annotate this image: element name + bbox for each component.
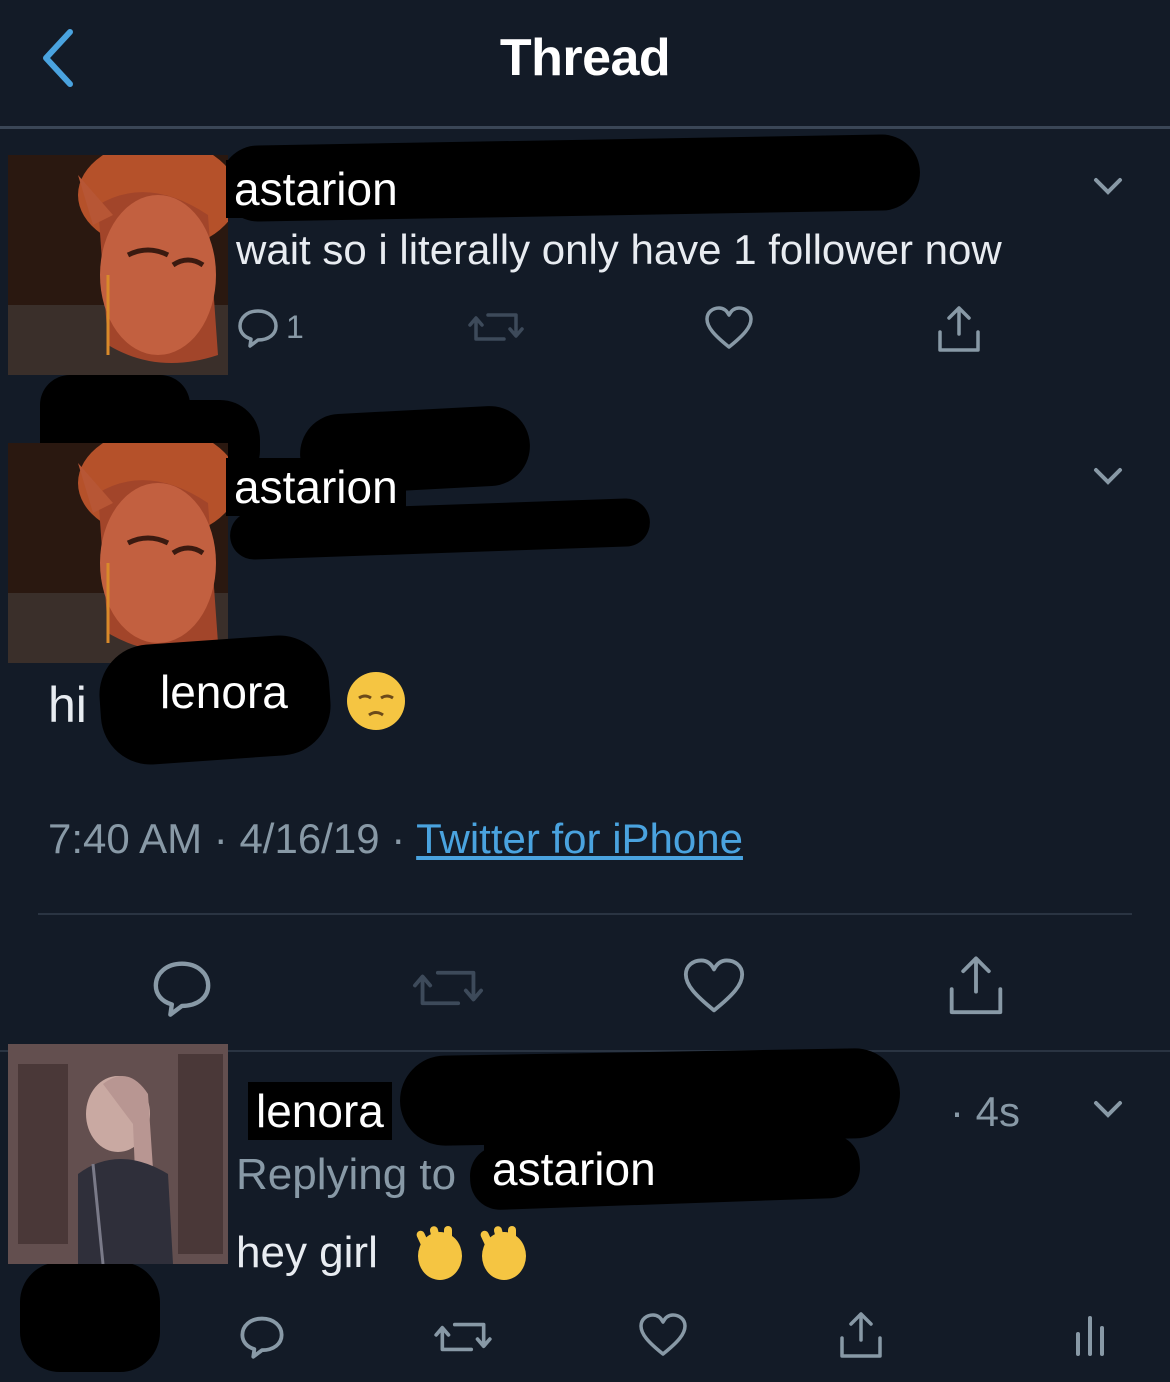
analytics-icon	[1076, 1316, 1104, 1356]
tweet-metadata: 7:40 AM · 4/16/19 · Twitter for iPhone	[48, 815, 743, 863]
tweet-text: hi	[48, 677, 87, 733]
share-button[interactable]	[944, 950, 1008, 1018]
tweet-time: 7:40 AM	[48, 815, 203, 862]
header-bar: Thread	[0, 0, 1170, 126]
like-button[interactable]	[638, 1312, 688, 1358]
tweet-menu-button[interactable]	[1088, 462, 1128, 492]
reply-author-name[interactable]: lenora	[248, 1082, 392, 1140]
analytics-button[interactable]	[1070, 1312, 1110, 1358]
chevron-down-icon	[1094, 468, 1122, 485]
share-icon	[840, 1312, 882, 1358]
retweet-button[interactable]	[408, 960, 488, 1016]
tweet-date: 4/16/19	[239, 815, 380, 862]
redaction-mark	[20, 1262, 160, 1372]
tweet-text: wait so i literally only have 1 follower…	[236, 226, 1002, 273]
tweet-author-name[interactable]: astarion	[226, 160, 406, 218]
like-button[interactable]	[682, 956, 746, 1016]
like-icon	[683, 958, 745, 1013]
replying-to-label: Replying to	[236, 1150, 457, 1199]
tweet-author-name[interactable]: astarion	[226, 458, 406, 516]
chevron-down-icon	[1094, 178, 1122, 195]
reply-button[interactable]: 1	[236, 305, 326, 349]
retweet-button[interactable]	[432, 1314, 494, 1360]
like-icon	[705, 306, 753, 349]
reply-icon	[240, 1316, 284, 1359]
share-button[interactable]	[934, 302, 984, 354]
like-icon	[639, 1313, 687, 1356]
share-icon	[938, 306, 980, 352]
page-title: Thread	[499, 29, 671, 87]
like-button[interactable]	[704, 305, 754, 351]
avatar[interactable]	[8, 1044, 228, 1264]
pensive-face-emoji	[345, 670, 407, 737]
retweet-icon	[412, 970, 483, 1006]
reply-icon	[238, 309, 278, 348]
retweet-icon	[468, 313, 524, 341]
share-icon	[949, 956, 1003, 1015]
chevron-down-icon	[1094, 1101, 1122, 1118]
tweet-menu-button[interactable]	[1088, 1095, 1128, 1125]
avatar[interactable]	[8, 155, 228, 375]
replying-to-user[interactable]: astarion	[484, 1140, 664, 1198]
redaction-mark	[399, 1047, 901, 1147]
retweet-icon	[434, 1322, 492, 1352]
separator: ·	[202, 815, 240, 862]
reply-count: 1	[286, 309, 304, 345]
header-divider	[0, 126, 1170, 129]
tweet-menu-button[interactable]	[1088, 172, 1128, 202]
reply-icon	[153, 961, 211, 1017]
retweet-button[interactable]	[466, 305, 526, 349]
reply-button[interactable]	[238, 1312, 286, 1360]
mention-link[interactable]: lenora	[152, 663, 296, 721]
divider	[38, 913, 1132, 915]
tweet-client-link[interactable]: Twitter for iPhone	[416, 815, 743, 862]
avatar[interactable]	[8, 443, 228, 663]
separator: ·	[379, 815, 417, 862]
reply-button[interactable]	[150, 955, 214, 1019]
reply-text: hey girl	[236, 1228, 378, 1277]
waving-hand-emoji	[408, 1222, 538, 1286]
reply-time: · 4s	[950, 1088, 1021, 1135]
share-button[interactable]	[836, 1308, 886, 1360]
